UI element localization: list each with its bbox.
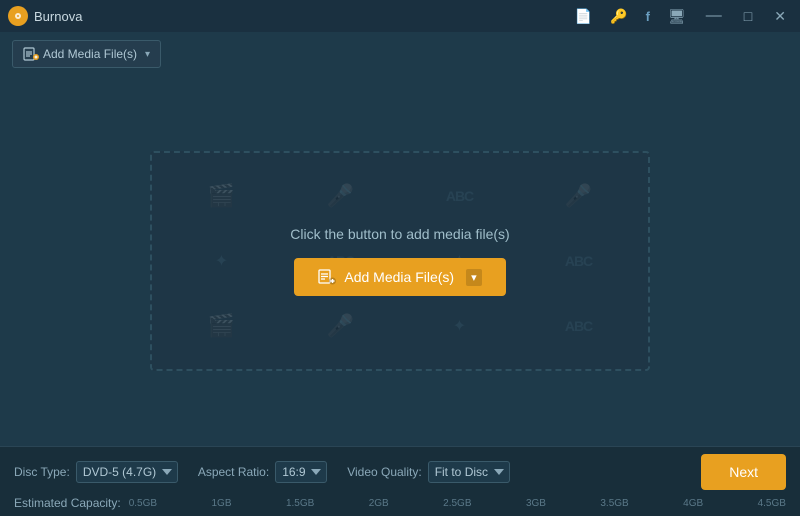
aspect-ratio-group: Aspect Ratio: 16:9 4:3	[198, 461, 327, 483]
facebook-titlebar-icon[interactable]: f	[642, 7, 654, 26]
video-quality-group: Video Quality: Fit to Disc High Medium L…	[347, 461, 510, 483]
tick-8: 4.5GB	[758, 498, 786, 509]
bg-text-icon-4: ABC	[519, 294, 638, 359]
tick-4: 2.5GB	[443, 498, 471, 509]
minimize-button[interactable]: —	[700, 6, 728, 26]
app-title: Burnova	[34, 9, 82, 24]
capacity-section: 0.5GB 1GB 1.5GB 2GB 2.5GB 3GB 3.5GB 4GB …	[129, 496, 786, 509]
tick-7: 4GB	[683, 498, 703, 509]
tick-1: 1GB	[212, 498, 232, 509]
bottom-controls: Disc Type: DVD-5 (4.7G) DVD-9 (8.5G) Blu…	[14, 454, 786, 490]
tick-6: 3.5GB	[600, 498, 628, 509]
bg-mic-icon-2: 🎤	[519, 163, 638, 228]
next-button[interactable]: Next	[701, 454, 786, 490]
capacity-label: Estimated Capacity:	[14, 496, 121, 510]
aspect-ratio-select[interactable]: 16:9 4:3	[275, 461, 327, 483]
add-media-center-dropdown-arrow: ▾	[466, 269, 482, 286]
add-media-center-label: Add Media File(s)	[344, 269, 454, 285]
bg-sparkle-icon-1: ✦	[162, 228, 281, 293]
video-quality-select[interactable]: Fit to Disc High Medium Low	[428, 461, 510, 483]
monitor-titlebar-icon[interactable]: 🖥	[664, 6, 690, 27]
add-media-top-label: Add Media File(s)	[43, 47, 137, 61]
disc-type-select[interactable]: DVD-5 (4.7G) DVD-9 (8.5G) Blu-ray 25G Bl…	[76, 461, 178, 483]
bg-mic-icon-1: 🎤	[281, 163, 400, 228]
key-titlebar-icon[interactable]: 🔑	[606, 6, 631, 27]
file-titlebar-icon[interactable]: 📄	[571, 6, 596, 27]
tick-3: 2GB	[369, 498, 389, 509]
disc-type-group: Disc Type: DVD-5 (4.7G) DVD-9 (8.5G) Blu…	[14, 461, 178, 483]
titlebar-right: 📄 🔑 f 🖥 — □ ✕	[571, 6, 792, 27]
drop-zone-text: Click the button to add media file(s)	[290, 226, 509, 242]
main-content: 🎬 🎤 ABC 🎤 ✦ ABC ✦ ABC 🎬 🎤 ✦ ABC Click th…	[0, 76, 800, 446]
bottom-bar: Disc Type: DVD-5 (4.7G) DVD-9 (8.5G) Blu…	[0, 446, 800, 516]
bg-sparkle-icon-3: ✦	[400, 294, 519, 359]
maximize-button[interactable]: □	[738, 6, 758, 26]
titlebar-left: Burnova	[8, 6, 82, 26]
tick-0: 0.5GB	[129, 498, 157, 509]
video-quality-label: Video Quality:	[347, 465, 422, 479]
add-media-top-dropdown-arrow: ▾	[145, 49, 150, 60]
bg-film-icon-1: 🎬	[162, 163, 281, 228]
bottom-capacity-row: Estimated Capacity: 0.5GB 1GB 1.5GB 2GB …	[14, 496, 786, 510]
tick-5: 3GB	[526, 498, 546, 509]
add-media-top-button[interactable]: Add Media File(s) ▾	[12, 40, 161, 68]
tick-2: 1.5GB	[286, 498, 314, 509]
aspect-ratio-label: Aspect Ratio:	[198, 465, 269, 479]
add-media-icon	[23, 46, 39, 62]
drop-zone: 🎬 🎤 ABC 🎤 ✦ ABC ✦ ABC 🎬 🎤 ✦ ABC Click th…	[150, 151, 650, 371]
bg-mic-icon-3: 🎤	[281, 294, 400, 359]
disc-type-label: Disc Type:	[14, 465, 70, 479]
bg-text-icon-3: ABC	[519, 228, 638, 293]
capacity-ticks: 0.5GB 1GB 1.5GB 2GB 2.5GB 3GB 3.5GB 4GB …	[129, 498, 786, 509]
add-media-center-icon	[318, 268, 336, 286]
titlebar: Burnova 📄 🔑 f 🖥 — □ ✕	[0, 0, 800, 32]
bg-film-icon-2: 🎬	[162, 294, 281, 359]
bg-text-icon-1: ABC	[400, 163, 519, 228]
toolbar: Add Media File(s) ▾	[0, 32, 800, 76]
app-logo	[8, 6, 28, 26]
close-button[interactable]: ✕	[768, 6, 792, 27]
add-media-center-button[interactable]: Add Media File(s) ▾	[294, 258, 505, 296]
